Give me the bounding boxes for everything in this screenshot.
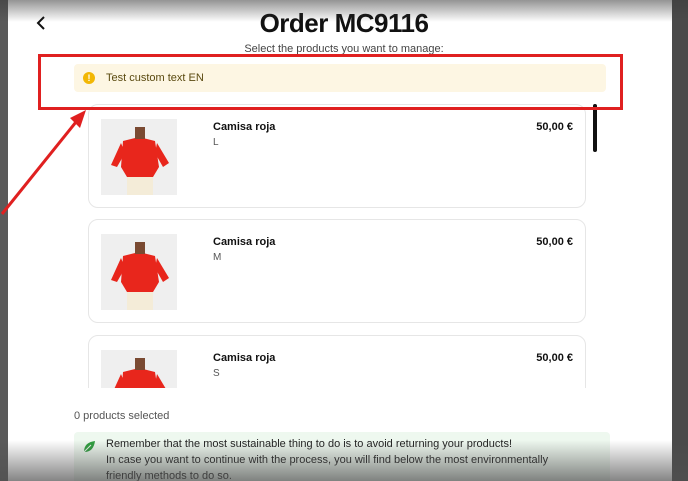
product-price: 50,00 €: [536, 352, 573, 364]
product-list[interactable]: Camisa roja L 50,00 € Camisa roja M 50,0…: [86, 104, 590, 388]
list-scrollbar[interactable]: [593, 104, 597, 152]
eco-line-2: In case you want to continue with the pr…: [106, 454, 549, 466]
product-name: Camisa roja: [213, 352, 276, 364]
product-price: 50,00 €: [536, 236, 573, 248]
sustainability-message: Remember that the most sustainable thing…: [74, 432, 610, 481]
background-strip: [672, 0, 688, 481]
selected-count: 0 products selected: [74, 410, 170, 422]
product-name: Camisa roja: [213, 236, 276, 248]
product-image: [101, 350, 177, 388]
leaf-icon: [83, 441, 95, 453]
product-size: L: [213, 137, 219, 148]
product-size: M: [213, 252, 222, 263]
product-name: Camisa roja: [213, 121, 276, 133]
product-card[interactable]: Camisa roja S 50,00 €: [88, 335, 586, 388]
product-price: 50,00 €: [536, 121, 573, 133]
annotation-highlight-box: [38, 54, 623, 110]
product-card[interactable]: Camisa roja L 50,00 €: [88, 104, 586, 208]
product-card[interactable]: Camisa roja M 50,00 €: [88, 219, 586, 323]
product-size: S: [213, 368, 220, 379]
eco-line-3: friendly methods to do so.: [106, 470, 232, 481]
product-image: [101, 119, 177, 195]
page-title: Order MC9116: [259, 8, 429, 38]
product-image: [101, 234, 177, 310]
eco-line-1: Remember that the most sustainable thing…: [106, 438, 512, 450]
